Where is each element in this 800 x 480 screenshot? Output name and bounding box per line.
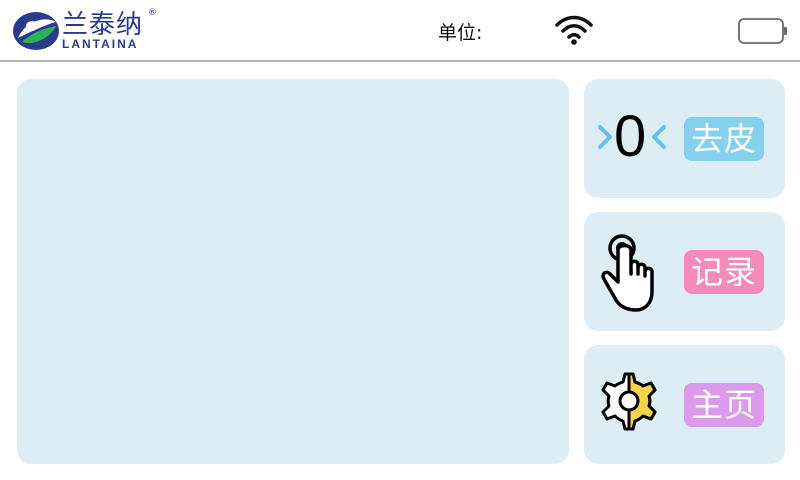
logo-chinese-name: 兰泰纳: [62, 10, 144, 40]
zero-value: 0: [614, 104, 647, 169]
logo-english-name: LANTAINA: [62, 37, 139, 51]
unit-label: 单位:: [438, 22, 483, 44]
logo-mark-icon: [13, 12, 59, 50]
wifi-icon: [555, 15, 593, 45]
gear-icon: [601, 372, 657, 431]
battery-icon: [738, 18, 787, 44]
chevron-right-icon: [598, 125, 612, 149]
brand-logo: 兰泰纳 ® LANTAINA: [12, 8, 162, 54]
tap-hand-icon: [601, 234, 654, 312]
record-button[interactable]: 记录: [584, 212, 785, 331]
tare-button[interactable]: 0 去皮: [584, 79, 785, 198]
top-bar: 兰泰纳 ® LANTAINA 单位:: [0, 0, 800, 62]
registered-mark: ®: [148, 8, 157, 18]
chevron-left-icon: [652, 125, 666, 149]
tare-label: 去皮: [684, 117, 764, 161]
home-label: 主页: [684, 383, 764, 427]
home-button[interactable]: 主页: [584, 345, 785, 464]
record-label: 记录: [684, 250, 764, 294]
display-panel: [17, 79, 569, 464]
